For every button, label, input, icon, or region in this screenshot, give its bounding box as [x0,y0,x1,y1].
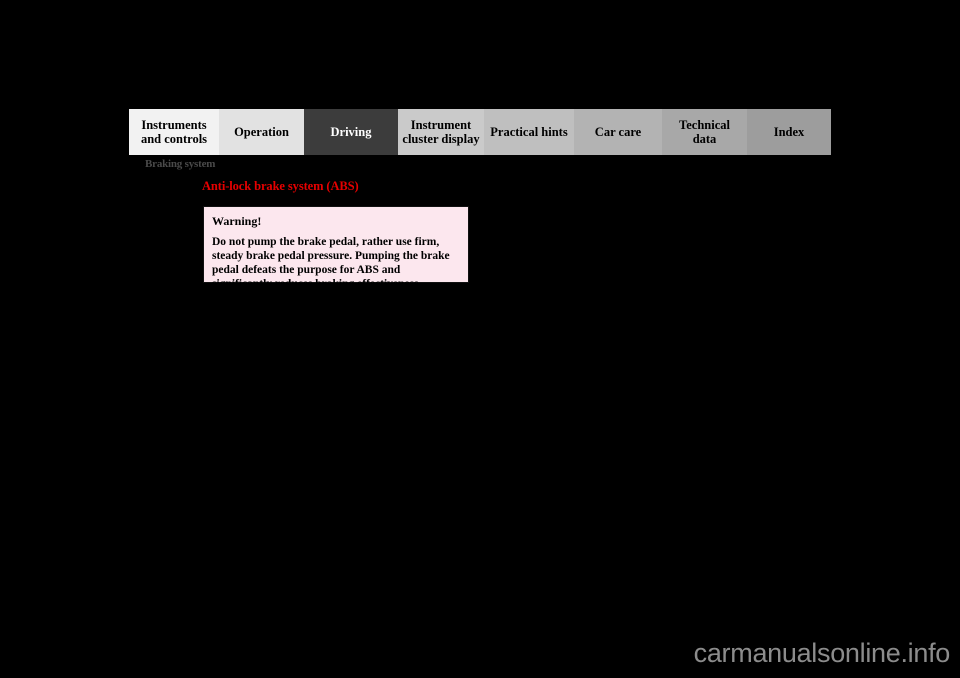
tab-instruments-and-controls[interactable]: Instruments and controls [129,109,219,155]
tab-car-care[interactable]: Car care [574,109,662,155]
warning-box: Warning! Do not pump the brake pedal, ra… [203,206,469,290]
tab-driving[interactable]: Driving [304,109,398,155]
tab-operation[interactable]: Operation [219,109,304,155]
watermark: carmanualsonline.info [693,638,951,668]
tab-bar: Instruments and controls Operation Driving… [129,109,831,155]
tab-instrument-cluster-display[interactable]: Instrument cluster display [398,109,484,155]
warning-body-text: Do not pump the brake pedal, rather use … [212,236,450,291]
section-heading: Braking system [145,158,216,170]
tab-practical-hints[interactable]: Practical hints [484,109,574,155]
topic-heading: Anti-lock brake system (ABS) [202,179,359,193]
tab-index[interactable]: Index [747,109,831,155]
tab-technical-data[interactable]: Technical data [662,109,747,155]
warning-title: Warning! [212,214,262,228]
